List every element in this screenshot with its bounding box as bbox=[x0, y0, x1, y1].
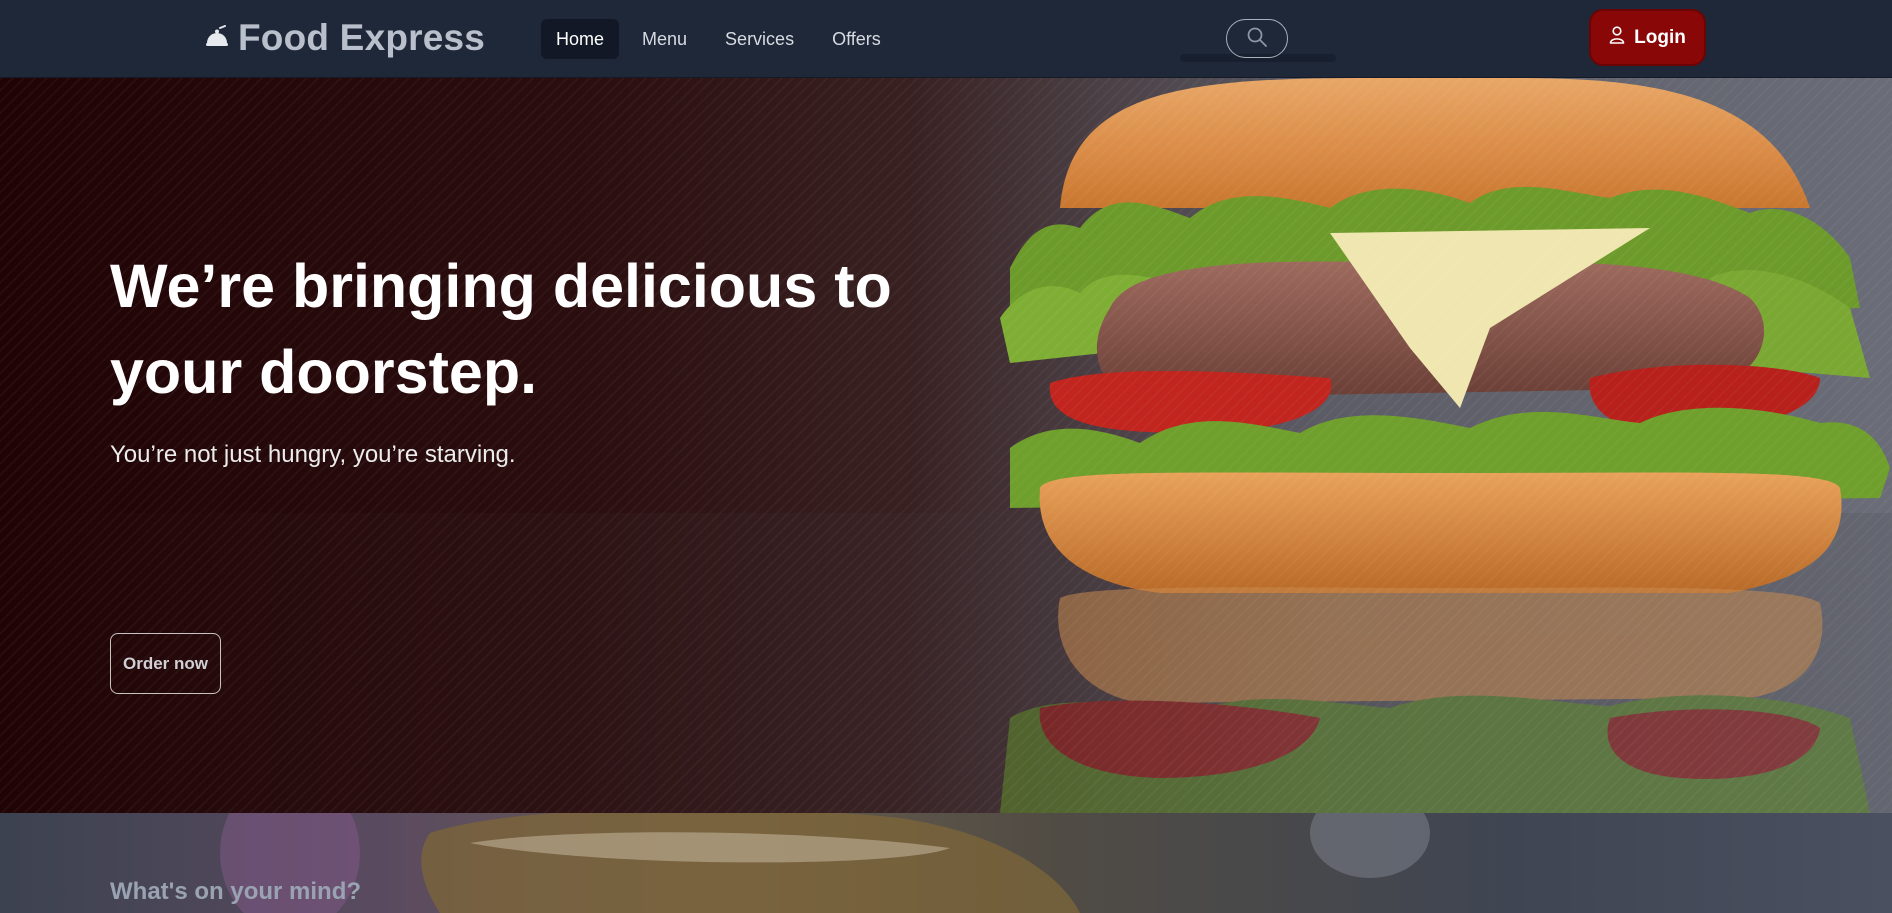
navbar: Food Express Home Menu Services Offers L… bbox=[0, 0, 1892, 78]
burger-photo bbox=[1000, 78, 1890, 813]
order-now-button[interactable]: Order now bbox=[110, 633, 221, 694]
brand-name: Food Express bbox=[238, 17, 486, 58]
search-icon bbox=[1246, 26, 1268, 51]
login-label: Login bbox=[1634, 26, 1686, 48]
categories-section: What's on your mind? bbox=[0, 813, 1892, 913]
hero-subtitle: You’re not just hungry, you’re starving. bbox=[110, 441, 516, 468]
nav-link-services[interactable]: Services bbox=[710, 19, 809, 59]
brand-logo[interactable]: Food Express bbox=[204, 16, 485, 60]
user-icon bbox=[1609, 25, 1625, 50]
section-title: What's on your mind? bbox=[110, 878, 362, 905]
nav-link-offers[interactable]: Offers bbox=[817, 19, 896, 59]
main-nav: Home Menu Services Offers bbox=[541, 19, 896, 59]
hero-title: We’re bringing delicious to your doorste… bbox=[110, 252, 892, 406]
search-button[interactable] bbox=[1226, 19, 1288, 58]
nav-link-menu[interactable]: Menu bbox=[627, 19, 702, 59]
login-button[interactable]: Login bbox=[1589, 9, 1706, 66]
hero-section: We’re bringing delicious to your doorste… bbox=[0, 78, 1892, 813]
food-cloche-icon bbox=[204, 25, 230, 51]
nav-link-home[interactable]: Home bbox=[541, 19, 620, 59]
